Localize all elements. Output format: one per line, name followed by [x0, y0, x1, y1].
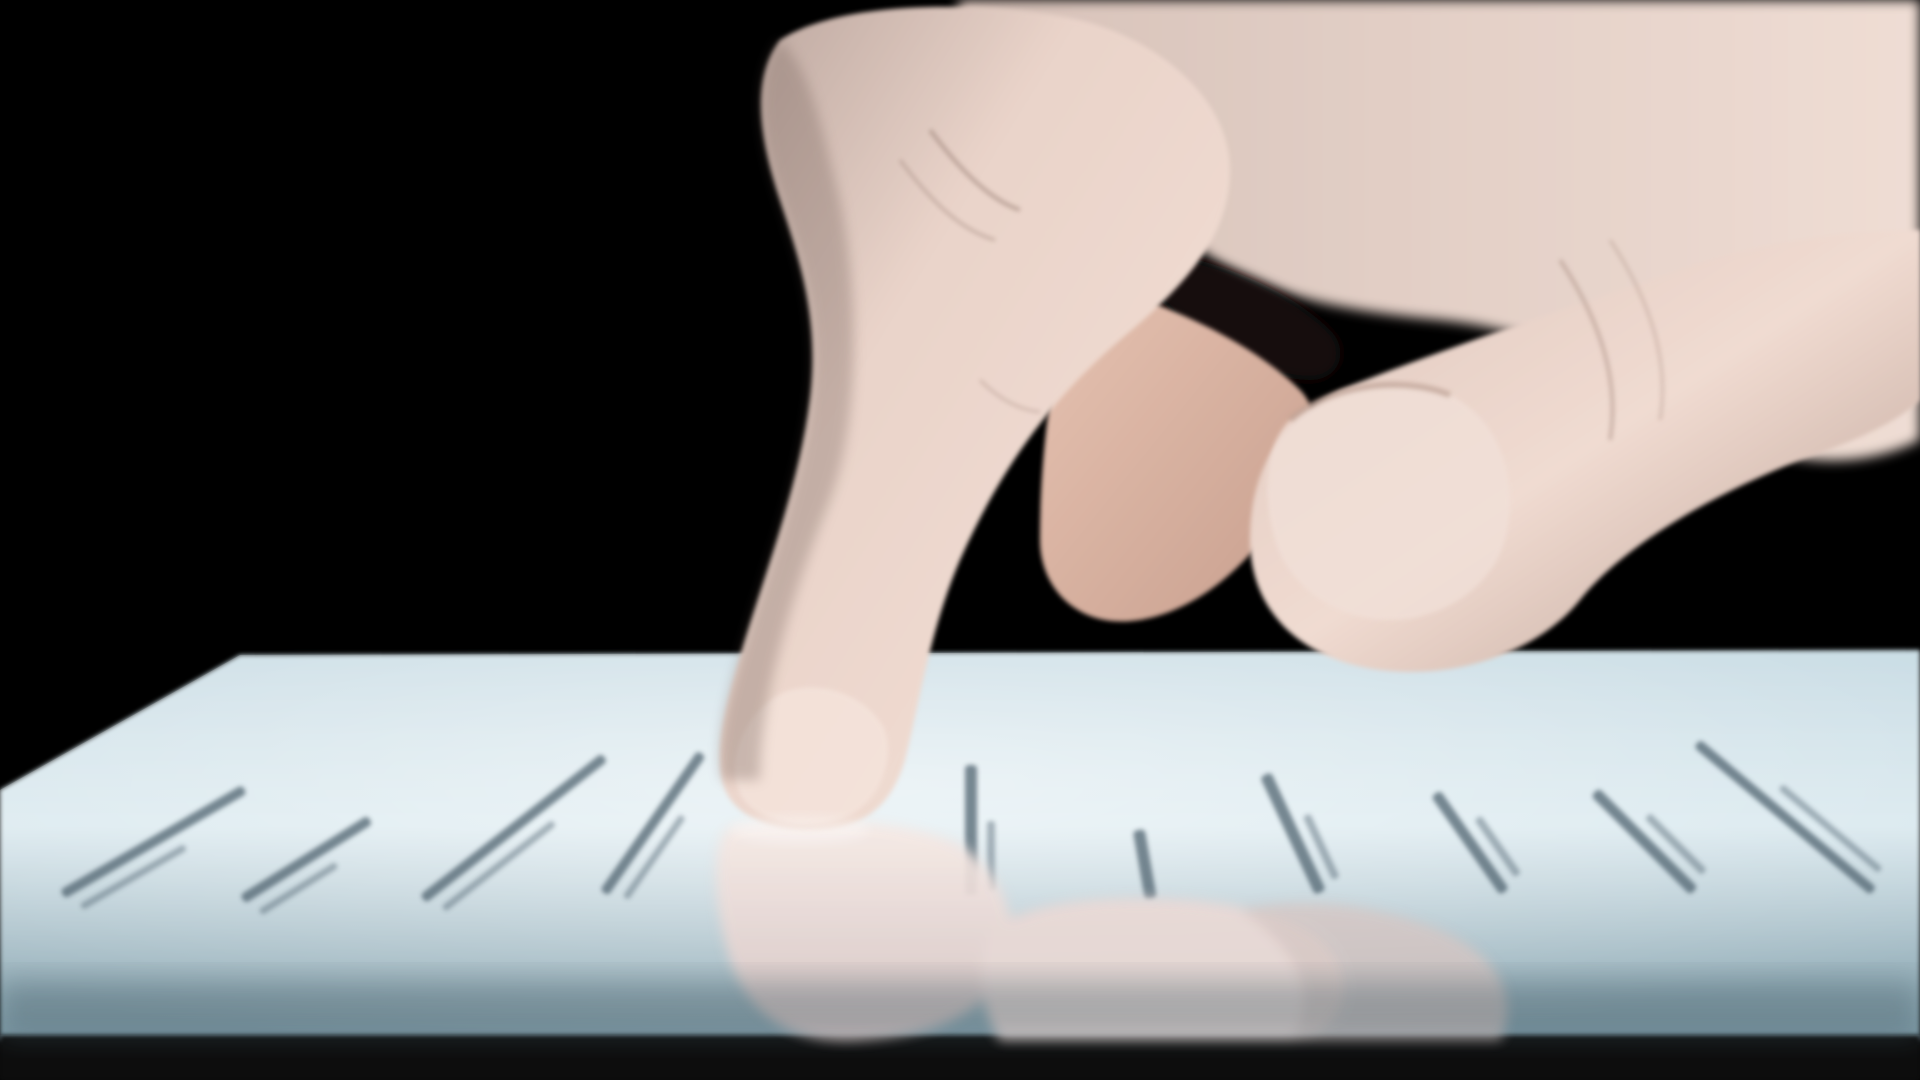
photo-scene [0, 0, 1920, 1080]
touch-point-glow [730, 816, 870, 844]
screen-vignette [0, 980, 1920, 1040]
photo-illustration [0, 0, 1920, 1080]
